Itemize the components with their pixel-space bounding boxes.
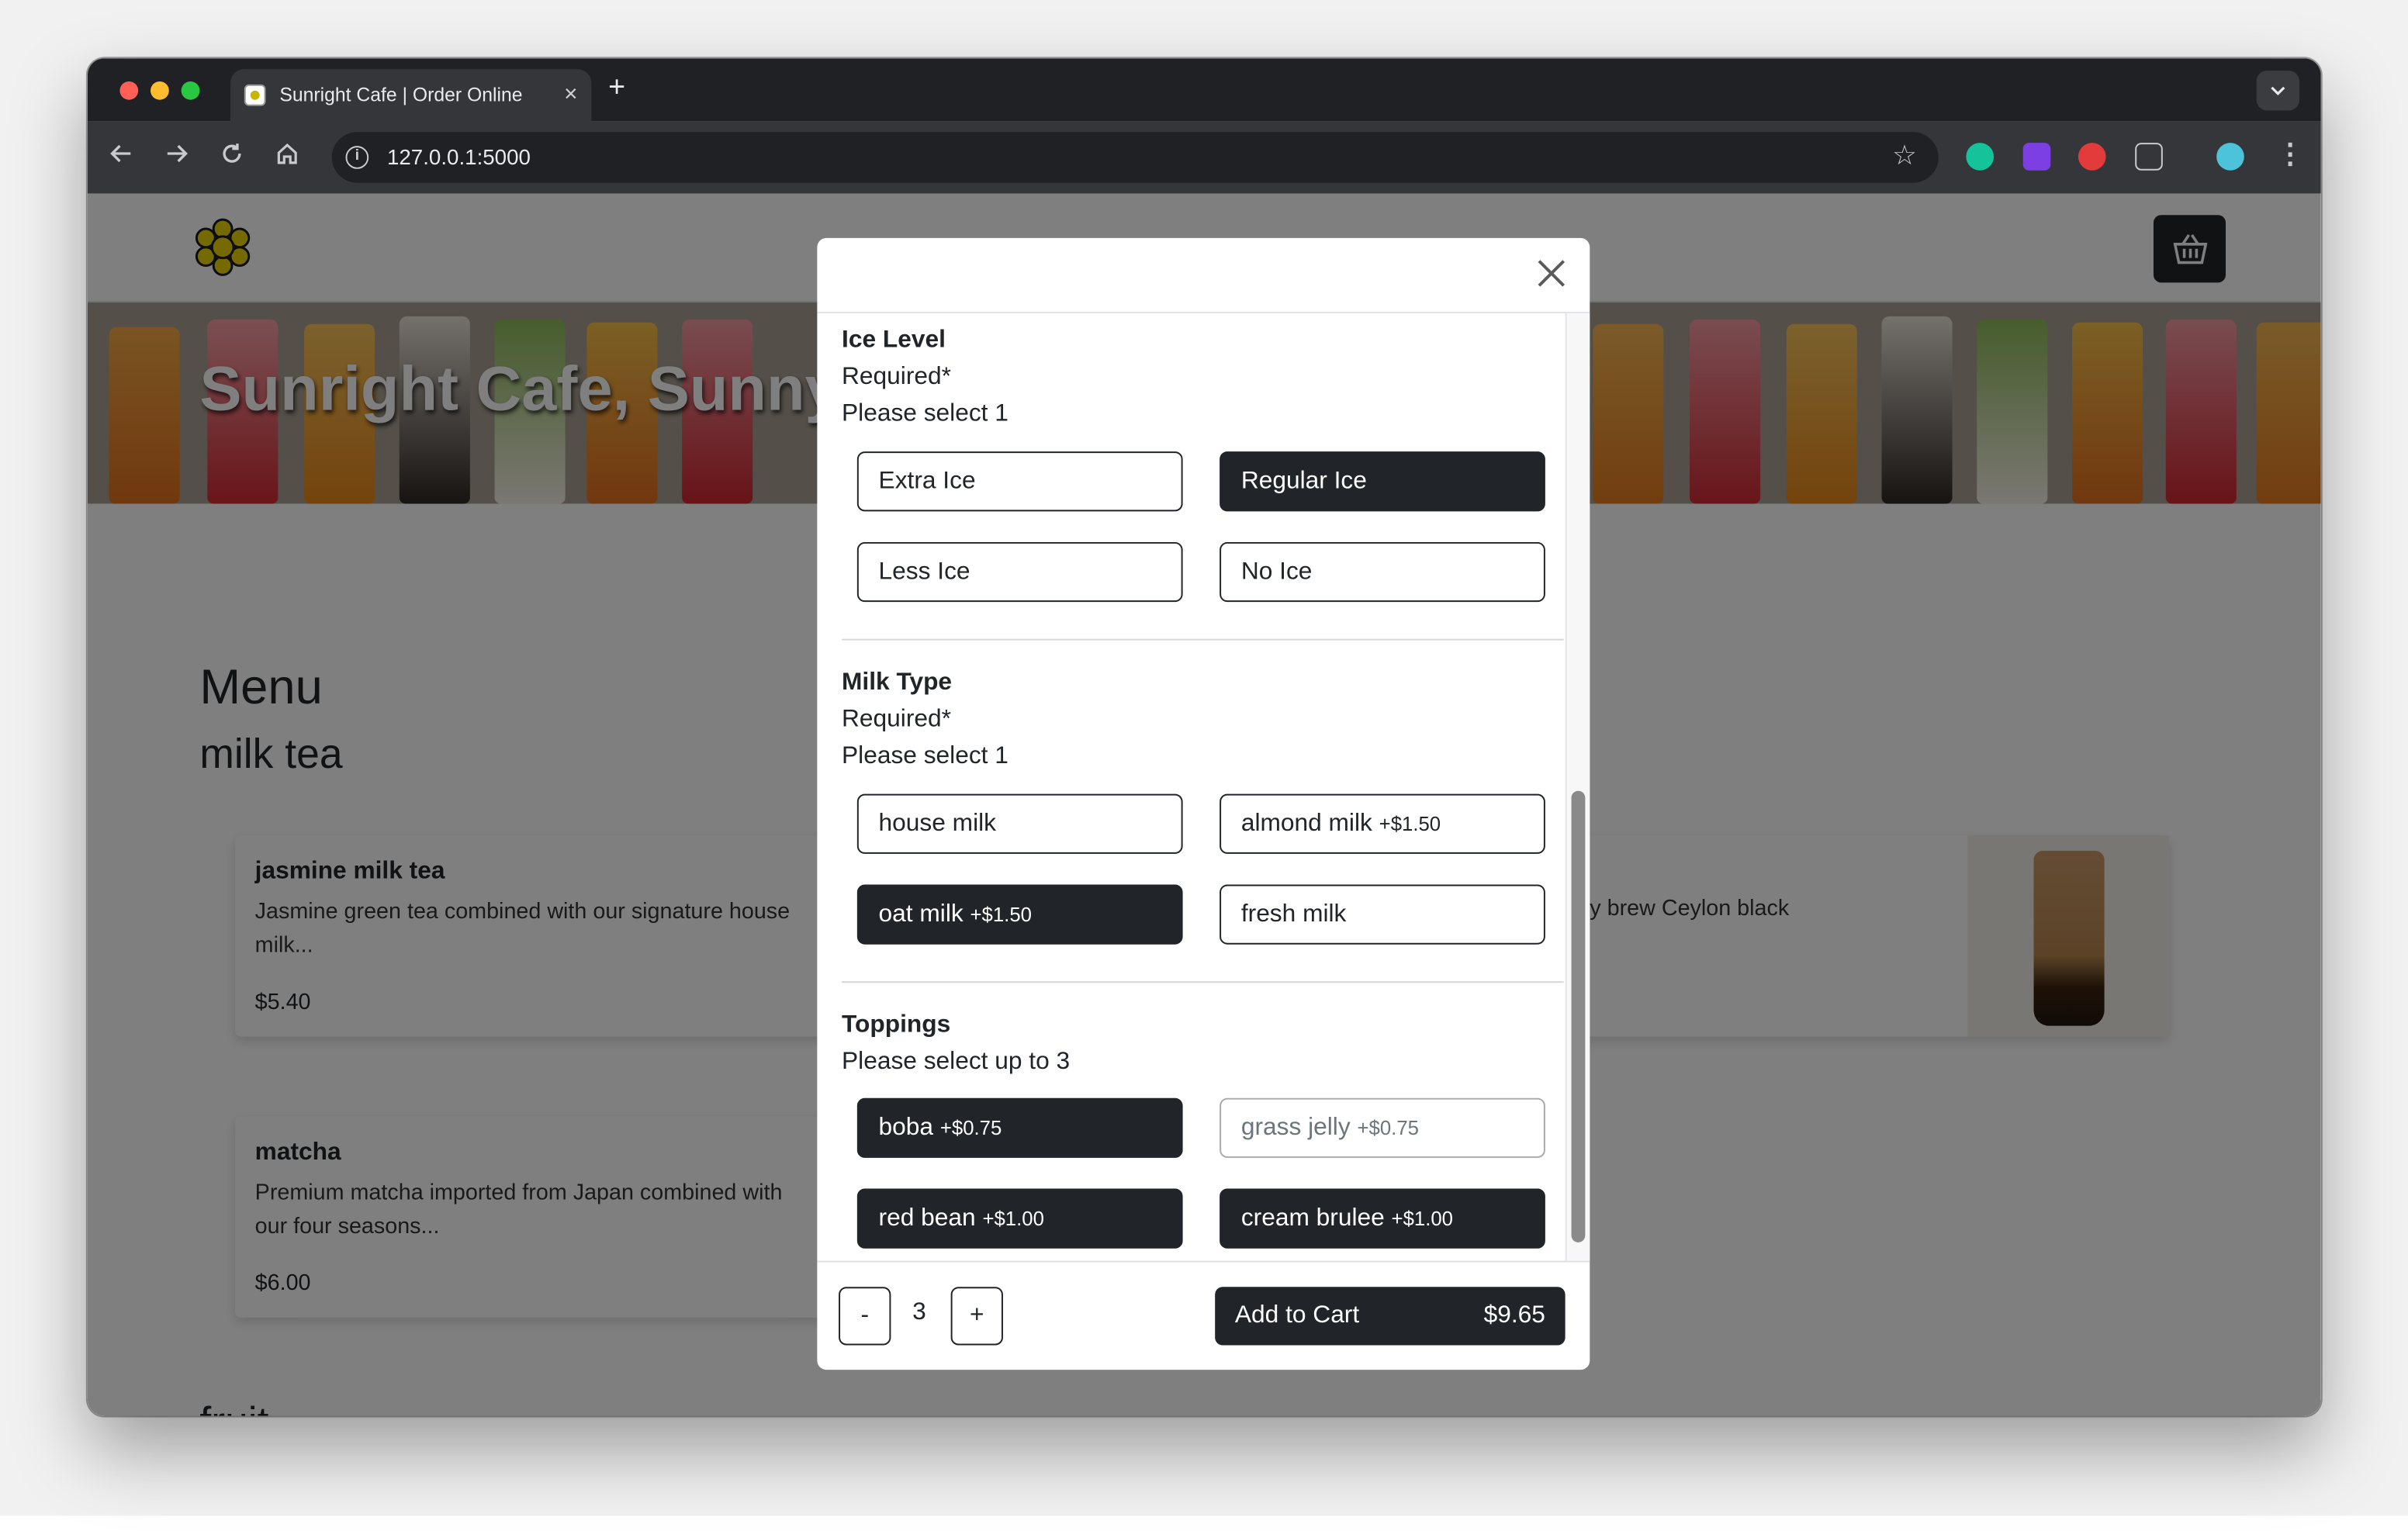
close-icon[interactable]: [1534, 257, 1569, 291]
scrollbar-thumb[interactable]: [1571, 790, 1586, 1242]
option-label: cream brulee: [1240, 1205, 1385, 1232]
option-label: Less Ice: [878, 558, 970, 586]
address-bar[interactable]: i 127.0.0.1:5000 ☆: [331, 132, 1939, 183]
option-label: fresh milk: [1240, 901, 1347, 928]
item-options-modal: Ice Level Required* Please select 1 Extr…: [817, 237, 1590, 1370]
option-price: +$0.75: [1357, 1116, 1419, 1140]
new-tab-button[interactable]: +: [608, 73, 625, 105]
option-label: boba: [878, 1115, 934, 1142]
option-fresh-milk[interactable]: fresh milk: [1220, 884, 1545, 945]
close-window-button[interactable]: [119, 81, 139, 100]
option-price: +$1.00: [1391, 1207, 1453, 1230]
home-icon[interactable]: [275, 141, 299, 174]
modal-header: [817, 238, 1590, 313]
add-to-cart-label: Add to Cart: [1234, 1302, 1360, 1329]
favicon-icon: [244, 84, 266, 106]
option-price: +$0.75: [939, 1116, 1002, 1140]
minimize-window-button[interactable]: [150, 81, 169, 100]
option-price: +$1.50: [970, 903, 1032, 926]
option-label: house milk: [878, 810, 996, 838]
option-extra-ice[interactable]: Extra Ice: [856, 451, 1183, 512]
option-grass-jelly[interactable]: grass jelly +$0.75: [1220, 1097, 1545, 1158]
selection-hint: Please select 1: [842, 743, 1009, 769]
selection-hint: Please select up to 3: [842, 1049, 1071, 1075]
milk-type-group: Milk Type Required* Please select 1 hous…: [842, 665, 1564, 956]
option-boba[interactable]: boba +$0.75: [856, 1097, 1183, 1158]
option-price: +$1.00: [982, 1207, 1044, 1230]
option-regular-ice[interactable]: Regular Ice: [1220, 451, 1545, 512]
tab-strip: Sunright Cafe | Order Online × +: [87, 58, 2321, 122]
option-label: grass jelly: [1240, 1115, 1351, 1142]
option-price: +$1.50: [1379, 812, 1441, 836]
tab-search-button[interactable]: [2256, 71, 2300, 111]
screenshot-stage: Sunright Cafe | Order Online × + i 127.0…: [0, 0, 2408, 1516]
add-to-cart-button[interactable]: Add to Cart $9.65: [1215, 1287, 1566, 1346]
chevron-down-icon: [2271, 86, 2285, 96]
order-total: $9.65: [1483, 1302, 1545, 1329]
divider: [842, 638, 1564, 641]
tab-title: Sunright Cafe | Order Online: [279, 84, 523, 106]
option-oat-milk[interactable]: oat milk +$1.50: [856, 884, 1183, 945]
option-less-ice[interactable]: Less Ice: [856, 541, 1183, 603]
forward-icon[interactable]: [164, 141, 189, 174]
option-house-milk[interactable]: house milk: [856, 793, 1183, 854]
decrease-quantity-button[interactable]: -: [839, 1287, 891, 1346]
modal-footer: - 3 + Add to Cart $9.65: [817, 1260, 1590, 1370]
ice-level-group: Ice Level Required* Please select 1 Extr…: [842, 323, 1564, 614]
required-label: Required*: [842, 706, 951, 733]
url-text[interactable]: 127.0.0.1:5000: [387, 144, 531, 169]
selection-hint: Please select 1: [842, 400, 1009, 427]
extensions-puzzle-icon[interactable]: [2135, 143, 2163, 171]
option-label: No Ice: [1240, 558, 1313, 586]
increase-quantity-button[interactable]: +: [950, 1287, 1003, 1346]
back-icon[interactable]: [109, 141, 134, 174]
required-label: Required*: [842, 364, 951, 390]
option-label: Extra Ice: [878, 468, 976, 495]
option-label: red bean: [878, 1205, 976, 1232]
option-almond-milk[interactable]: almond milk +$1.50: [1220, 793, 1545, 854]
grammarly-extension-icon[interactable]: [1966, 143, 1995, 171]
group-title: Ice Level: [842, 327, 946, 354]
modal-body[interactable]: Ice Level Required* Please select 1 Extr…: [817, 313, 1565, 1261]
red-extension-icon[interactable]: [2078, 143, 2106, 171]
maximize-window-button[interactable]: [181, 81, 200, 100]
tab-close-icon[interactable]: ×: [564, 81, 577, 108]
info-icon[interactable]: i: [345, 146, 369, 169]
group-title: Milk Type: [842, 669, 953, 696]
option-no-ice[interactable]: No Ice: [1220, 541, 1545, 603]
reload-icon[interactable]: [220, 141, 244, 174]
browser-toolbar: i 127.0.0.1:5000 ☆ ⋮: [87, 121, 2321, 194]
option-cream-brulee[interactable]: cream brulee +$1.00: [1220, 1188, 1545, 1249]
web-page: Sunright Cafe, Sunnyvale Menu milk tea j…: [87, 193, 2321, 1416]
browser-window: Sunright Cafe | Order Online × + i 127.0…: [87, 58, 2321, 1416]
browser-tab[interactable]: Sunright Cafe | Order Online ×: [230, 69, 592, 122]
toppings-group: Toppings Please select up to 3 boba +$0.…: [842, 1007, 1564, 1261]
option-red-bean[interactable]: red bean +$1.00: [856, 1188, 1183, 1249]
p-extension-icon[interactable]: [2022, 143, 2051, 171]
quantity-value: 3: [912, 1299, 926, 1325]
option-label: oat milk: [878, 901, 964, 928]
modal-scrollbar[interactable]: [1565, 313, 1590, 1261]
option-label: almond milk: [1240, 810, 1372, 838]
profile-avatar[interactable]: [2216, 143, 2244, 171]
divider: [842, 981, 1564, 983]
option-label: Regular Ice: [1240, 468, 1367, 495]
star-icon[interactable]: ☆: [1892, 140, 1917, 172]
kebab-menu-icon[interactable]: ⋮: [2276, 138, 2304, 169]
group-title: Toppings: [842, 1011, 951, 1039]
